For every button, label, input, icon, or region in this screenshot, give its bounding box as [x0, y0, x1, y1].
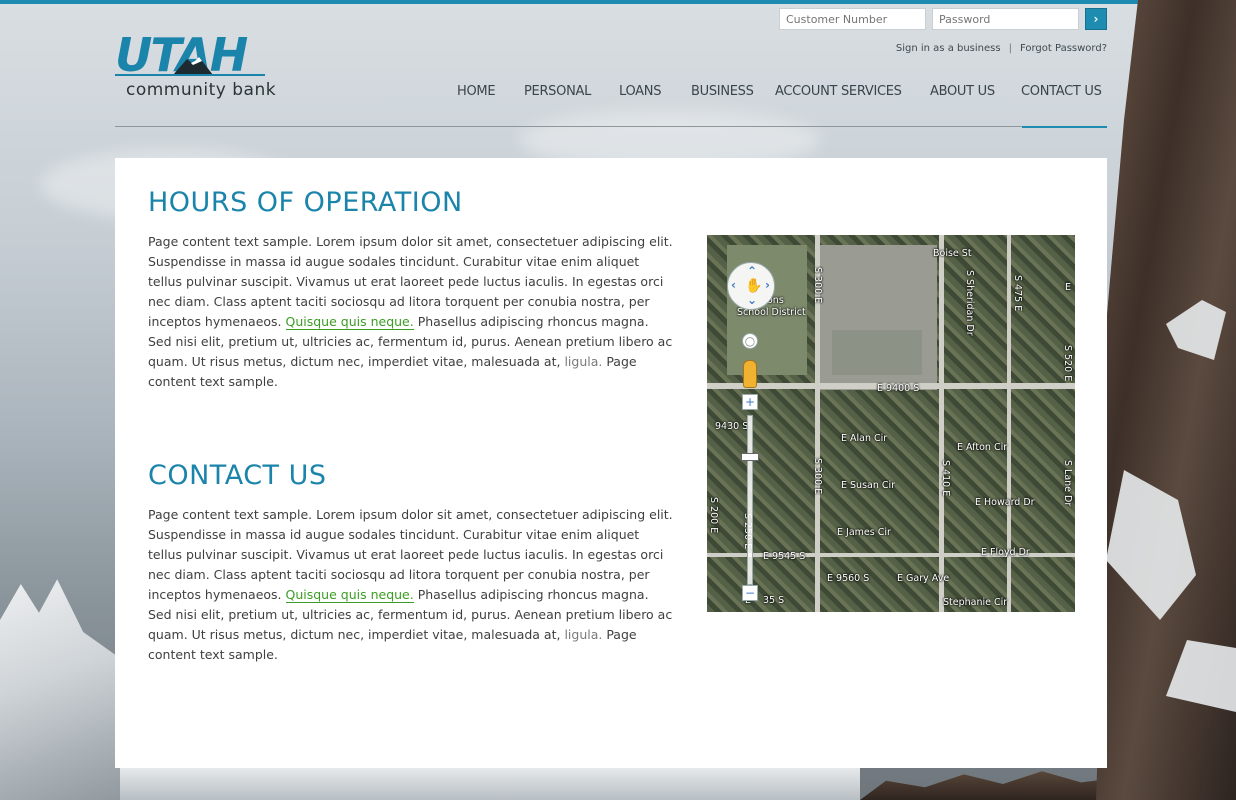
- map-label: S 410 E: [940, 460, 951, 497]
- map-label: E 9560 S: [827, 573, 870, 584]
- forgot-password-link[interactable]: Forgot Password?: [1020, 43, 1107, 54]
- nav-active-indicator: [1022, 126, 1107, 128]
- pan-up-icon[interactable]: ⌃: [747, 264, 757, 278]
- customer-number-input[interactable]: [779, 8, 926, 30]
- top-accent-bar: [0, 0, 1236, 4]
- password-input[interactable]: [932, 8, 1079, 30]
- contact-link-ligula[interactable]: ligula.: [564, 627, 602, 642]
- nav-personal[interactable]: PERSONAL: [524, 84, 591, 99]
- map-school-building: [832, 330, 922, 375]
- map-label: S Sheridan Dr: [964, 270, 975, 336]
- contact-link-quisque[interactable]: Quisque quis neque.: [285, 587, 414, 603]
- login-submit-button[interactable]: ›: [1085, 8, 1107, 30]
- hours-link-ligula[interactable]: ligula.: [564, 354, 602, 369]
- business-signin-link[interactable]: Sign in as a business: [896, 43, 1001, 54]
- header-divider: [115, 126, 1107, 127]
- map-label: E Floyd Dr: [981, 547, 1030, 558]
- nav-contact-us[interactable]: CONTACT US: [1021, 84, 1102, 99]
- nav-about-us[interactable]: ABOUT US: [930, 84, 995, 99]
- background-rock-bottom: [860, 771, 1120, 800]
- map-label: S 520 E: [1062, 345, 1073, 382]
- nav-home[interactable]: HOME: [457, 84, 496, 99]
- nav-business[interactable]: BUSINESS: [691, 84, 754, 99]
- zoom-slider-track[interactable]: [747, 415, 753, 585]
- main-navigation: HOME PERSONAL LOANS BUSINESS ACCOUNT SER…: [0, 84, 1236, 104]
- zoom-slider-handle[interactable]: [741, 453, 759, 461]
- map-label: E James Cir: [837, 527, 891, 538]
- map-pan-control[interactable]: ⌃ ‹ › ⌄ ✋: [727, 262, 775, 310]
- chevron-right-icon: ›: [1093, 12, 1099, 26]
- map-label: E Susan Cir: [841, 480, 896, 491]
- hand-icon: ✋: [745, 278, 763, 294]
- hours-heading: HOURS OF OPERATION: [148, 187, 463, 219]
- map-label: S 300 E: [812, 458, 823, 495]
- nav-loans[interactable]: LOANS: [619, 84, 661, 99]
- hours-link-quisque[interactable]: Quisque quis neque.: [285, 314, 414, 330]
- map-label: 9430 S: [715, 421, 749, 432]
- map-label: E 9545 S: [763, 551, 806, 562]
- map-label: E: [1065, 282, 1072, 293]
- map-reset-control[interactable]: ○: [742, 333, 758, 349]
- background-mountain-bottom: [120, 768, 860, 800]
- map-label: E Howard Dr: [975, 497, 1035, 508]
- pan-left-icon[interactable]: ‹: [731, 278, 736, 292]
- hours-paragraph: Page content text sample. Lorem ipsum do…: [148, 232, 674, 392]
- zoom-in-button[interactable]: +: [742, 394, 758, 410]
- contact-paragraph: Page content text sample. Lorem ipsum do…: [148, 505, 674, 665]
- zoom-out-button[interactable]: −: [742, 585, 758, 601]
- pegman-icon[interactable]: [743, 360, 757, 388]
- pan-right-icon[interactable]: ›: [765, 278, 770, 292]
- map-label: S 475 E: [1012, 275, 1023, 312]
- map-label: 35 S: [763, 595, 785, 606]
- circle-icon: ○: [744, 334, 756, 348]
- map-label: E Afton Cir: [957, 442, 1008, 453]
- map-label: S 200 E: [708, 497, 719, 534]
- minus-icon: −: [744, 586, 756, 600]
- contact-heading: CONTACT US: [148, 460, 327, 492]
- map-label: Boise St: [933, 248, 972, 259]
- nav-account-services[interactable]: ACCOUNT SERVICES: [775, 84, 902, 99]
- link-separator: |: [1008, 43, 1012, 54]
- map-label: S Lane Dr: [1062, 460, 1073, 507]
- satellite-map[interactable]: Boise St S 300 E S Sheridan Dr S 475 E E…: [707, 235, 1075, 612]
- map-label: E 9400 S: [877, 383, 920, 394]
- map-label: E Gary Ave: [897, 573, 950, 584]
- map-label: E Alan Cir: [841, 433, 888, 444]
- signin-links: Sign in as a business | Forgot Password?: [896, 43, 1107, 54]
- plus-icon: +: [744, 395, 756, 409]
- mountain-peak-icon: [173, 57, 213, 75]
- map-label: Stephanie Cir: [943, 597, 1008, 608]
- map-label: S 300 E: [812, 267, 823, 304]
- logo-underline: [115, 74, 265, 76]
- pan-down-icon[interactable]: ⌄: [747, 293, 757, 307]
